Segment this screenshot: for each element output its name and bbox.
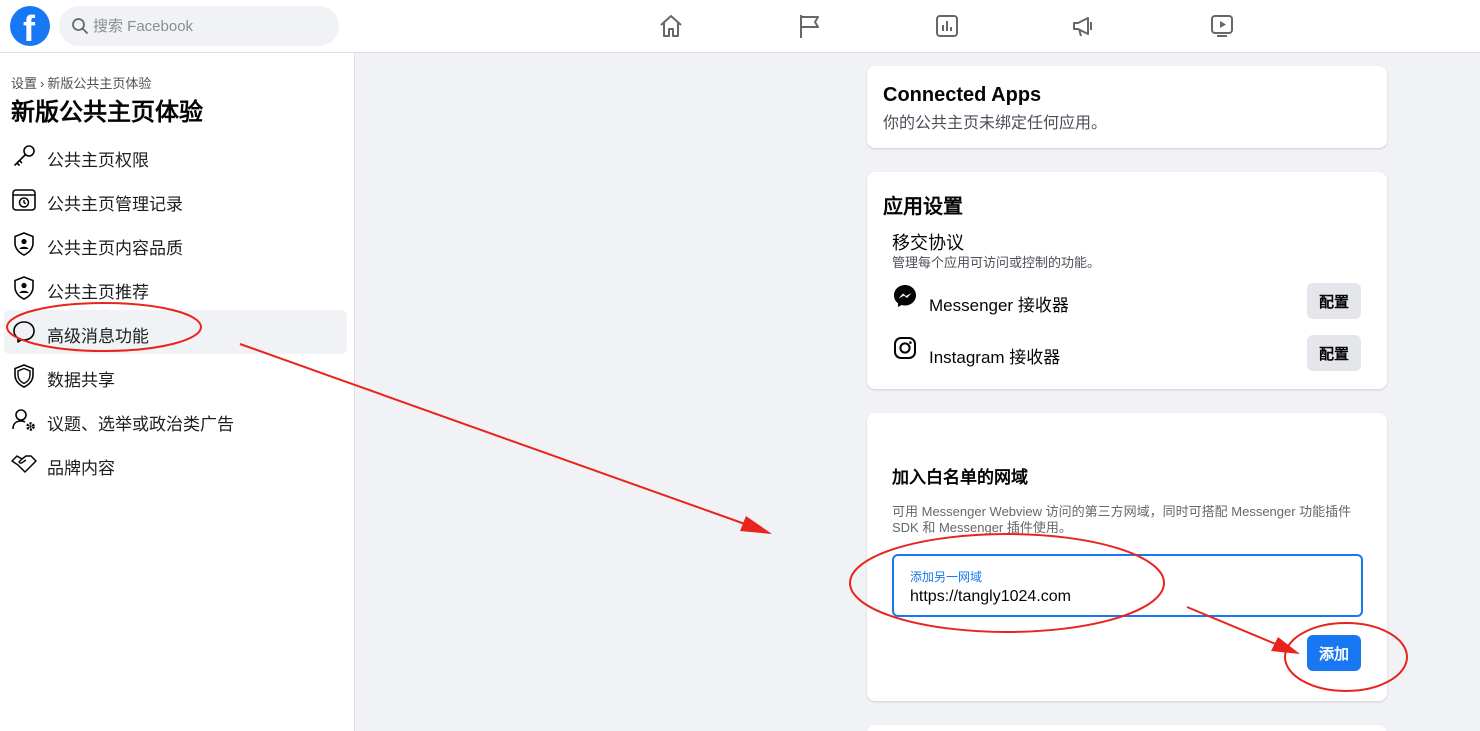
sidebar-item-page-quality[interactable]: 公共主页内容品质 — [4, 222, 347, 266]
insights-icon[interactable] — [933, 12, 961, 40]
settings-sidebar: 设置 › 新版公共主页体验 新版公共主页体验 公共主页权限 公共主页管理记录 公… — [0, 53, 355, 731]
sidebar-item-label: 公共主页推荐 — [47, 283, 149, 302]
sidebar-item-data-sharing[interactable]: 数据共享 — [4, 354, 347, 398]
sidebar-item-label: 公共主页权限 — [47, 151, 149, 170]
breadcrumb-current: 新版公共主页体验 — [47, 76, 152, 91]
shield-person-icon — [14, 276, 34, 300]
whitelisted-domains-title: 加入白名单的网域 — [892, 468, 1028, 487]
search-box[interactable] — [59, 6, 339, 46]
top-bar: f — [0, 0, 1480, 53]
domain-input[interactable] — [910, 585, 1350, 609]
sidebar-item-label: 议题、选举或政治类广告 — [47, 415, 234, 434]
connected-apps-card: Connected Apps 你的公共主页未绑定任何应用。 — [867, 66, 1387, 148]
sidebar-item-page-recommendations[interactable]: 公共主页推荐 — [4, 266, 347, 310]
person-gear-icon — [12, 409, 35, 431]
facebook-logo-letter: f — [23, 8, 35, 49]
app-settings-title: 应用设置 — [883, 196, 963, 218]
flag-icon[interactable] — [796, 12, 824, 40]
settings-menu: 公共主页权限 公共主页管理记录 公共主页内容品质 公共主页推荐 高级消息功能 数… — [4, 134, 347, 486]
breadcrumb-separator: › — [40, 76, 45, 91]
sidebar-item-label: 公共主页管理记录 — [47, 195, 183, 214]
sidebar-item-label: 数据共享 — [47, 371, 115, 390]
video-icon[interactable] — [1208, 12, 1236, 40]
whitelisted-domains-desc: 可用 Messenger Webview 访问的第三方网域，同时可搭配 Mess… — [892, 504, 1352, 535]
add-domain-button[interactable]: 添加 — [1307, 635, 1361, 671]
sidebar-item-label: 公共主页内容品质 — [47, 239, 183, 258]
whitelisted-domains-card: 加入白名单的网域 可用 Messenger Webview 访问的第三方网域，同… — [867, 413, 1387, 701]
sidebar-item-branded-content[interactable]: 品牌内容 — [4, 442, 347, 486]
breadcrumb-settings[interactable]: 设置 — [11, 76, 37, 91]
key-icon — [14, 145, 35, 166]
home-icon[interactable] — [657, 12, 685, 40]
shield-icon — [14, 364, 34, 388]
instagram-icon — [894, 337, 916, 359]
page-title: 新版公共主页体验 — [11, 99, 203, 126]
domain-field[interactable]: 添加另一网域 — [892, 554, 1363, 617]
app-settings-card: 应用设置 移交协议 管理每个应用可访问或控制的功能。 Messenger 接收器… — [867, 172, 1387, 389]
sidebar-item-political-ads[interactable]: 议题、选举或政治类广告 — [4, 398, 347, 442]
configure-messenger-button[interactable]: 配置 — [1307, 283, 1361, 319]
instagram-receiver-label: Instagram 接收器 — [929, 348, 1061, 367]
search-icon — [72, 18, 88, 34]
history-icon — [12, 189, 36, 211]
megaphone-icon[interactable] — [1070, 12, 1098, 40]
sidebar-item-label: 品牌内容 — [47, 459, 115, 478]
chat-bubble-icon — [13, 321, 35, 343]
annotation-arrowhead-1 — [740, 516, 772, 534]
shield-person-icon — [14, 232, 34, 256]
connected-apps-title: Connected Apps — [883, 84, 1042, 106]
configure-instagram-button[interactable]: 配置 — [1307, 335, 1361, 371]
sidebar-item-advanced-messaging[interactable]: 高级消息功能 — [4, 310, 347, 354]
breadcrumb: 设置 › 新版公共主页体验 — [11, 73, 151, 92]
domain-field-label: 添加另一网域 — [910, 570, 983, 584]
sidebar-item-page-permissions[interactable]: 公共主页权限 — [4, 134, 347, 178]
messenger-receiver-label: Messenger 接收器 — [929, 296, 1069, 315]
messenger-icon — [894, 285, 916, 307]
connected-apps-subtitle: 你的公共主页未绑定任何应用。 — [883, 115, 1108, 132]
next-card — [867, 725, 1387, 731]
sidebar-item-label: 高级消息功能 — [47, 327, 149, 346]
facebook-logo[interactable]: f — [10, 6, 50, 49]
search-input[interactable] — [93, 6, 323, 46]
handshake-icon — [11, 455, 37, 473]
handover-protocol-desc: 管理每个应用可访问或控制的功能。 — [892, 255, 1101, 270]
sidebar-item-page-history[interactable]: 公共主页管理记录 — [4, 178, 347, 222]
